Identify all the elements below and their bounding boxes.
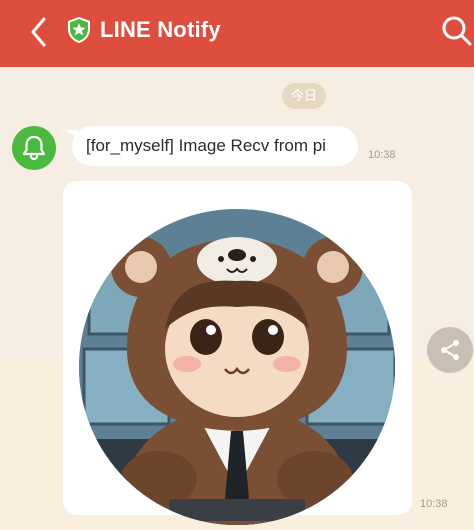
date-separator: 今日 xyxy=(282,83,326,109)
share-icon xyxy=(441,340,459,360)
bear-hoodie-avatar-illustration xyxy=(79,209,395,525)
message-time: 10:38 xyxy=(420,498,448,510)
image-message[interactable] xyxy=(63,181,412,525)
bell-icon xyxy=(22,135,46,161)
chevron-left-icon[interactable] xyxy=(22,14,58,50)
message-bubble[interactable]: [for_myself] Image Recv from pi xyxy=(72,126,358,166)
share-button[interactable] xyxy=(427,327,473,373)
app-header: LINE Notify xyxy=(0,0,474,67)
sender-avatar[interactable] xyxy=(12,126,56,170)
shield-star-icon xyxy=(68,17,90,43)
page-title: LINE Notify xyxy=(100,17,221,42)
message-time: 10:38 xyxy=(368,149,396,161)
search-icon[interactable] xyxy=(440,14,474,48)
